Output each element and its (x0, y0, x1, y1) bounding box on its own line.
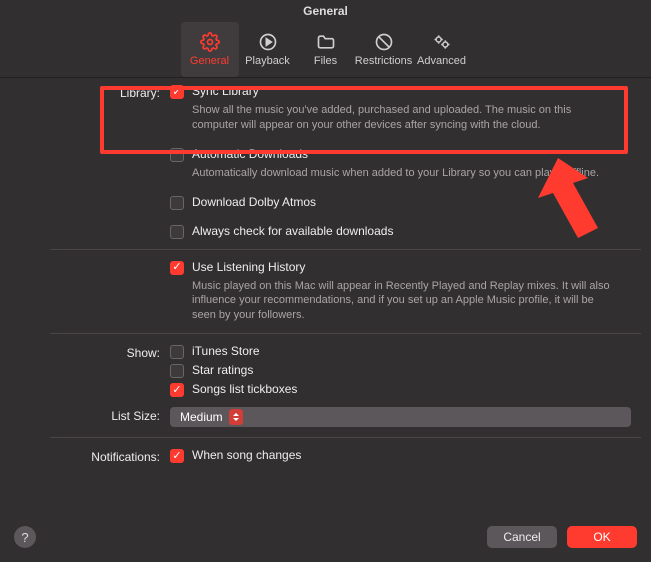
sync-library-description: Show all the music you've added, purchas… (170, 103, 631, 133)
star-ratings-checkbox[interactable] (170, 364, 184, 378)
notifications-section-label: Notifications: (10, 448, 170, 464)
cancel-label: Cancel (503, 530, 540, 544)
library-section-label: Library: (10, 84, 170, 100)
footer: ? Cancel OK (0, 512, 651, 562)
ok-button[interactable]: OK (567, 526, 637, 548)
tab-restrictions[interactable]: Restrictions (355, 22, 413, 77)
listening-history-description: Music played on this Mac will appear in … (170, 279, 631, 324)
cancel-button[interactable]: Cancel (487, 526, 557, 548)
stepper-icon (229, 409, 243, 425)
listening-history-checkbox[interactable] (170, 261, 184, 275)
divider (50, 333, 641, 334)
tab-label: Files (314, 55, 337, 67)
tab-label: Advanced (417, 55, 466, 67)
tab-general[interactable]: General (181, 22, 239, 77)
no-entry-icon (374, 32, 394, 52)
when-song-changes-label: When song changes (192, 448, 301, 462)
star-ratings-label: Star ratings (192, 363, 253, 377)
help-button[interactable]: ? (14, 526, 36, 548)
question-icon: ? (21, 530, 28, 545)
itunes-store-checkbox[interactable] (170, 345, 184, 359)
songs-list-tickboxes-label: Songs list tickboxes (192, 382, 297, 396)
show-section-label: Show: (10, 344, 170, 360)
tab-label: Restrictions (355, 55, 412, 67)
content-panel: Library: Sync Library Show all the music… (10, 82, 641, 512)
play-icon (258, 32, 278, 52)
listening-history-label: Use Listening History (192, 260, 305, 274)
sync-library-checkbox[interactable] (170, 85, 184, 99)
tab-files[interactable]: Files (297, 22, 355, 77)
tab-label: Playback (245, 55, 290, 67)
gears-icon (432, 32, 452, 52)
automatic-downloads-checkbox[interactable] (170, 148, 184, 162)
divider (50, 437, 641, 438)
sync-library-label: Sync Library (192, 84, 259, 98)
tab-label: General (190, 55, 229, 67)
tab-advanced[interactable]: Advanced (413, 22, 471, 77)
empty-label (10, 260, 170, 262)
divider (50, 249, 641, 250)
list-size-select[interactable]: Medium (170, 407, 631, 427)
when-song-changes-checkbox[interactable] (170, 449, 184, 463)
folder-icon (316, 32, 336, 52)
download-dolby-atmos-checkbox[interactable] (170, 196, 184, 210)
download-dolby-atmos-label: Download Dolby Atmos (192, 195, 316, 209)
tab-playback[interactable]: Playback (239, 22, 297, 77)
itunes-store-label: iTunes Store (192, 344, 260, 358)
gear-icon (200, 32, 220, 52)
list-size-label: List Size: (10, 407, 170, 423)
preferences-toolbar: General Playback Files Restrictions Adva… (0, 22, 651, 78)
check-available-downloads-checkbox[interactable] (170, 225, 184, 239)
automatic-downloads-label: Automatic Downloads (192, 147, 308, 161)
list-size-value: Medium (180, 410, 223, 424)
songs-list-tickboxes-checkbox[interactable] (170, 383, 184, 397)
ok-label: OK (593, 530, 610, 544)
automatic-downloads-description: Automatically download music when added … (170, 166, 631, 181)
check-available-downloads-label: Always check for available downloads (192, 224, 393, 238)
window-title: General (0, 0, 651, 22)
